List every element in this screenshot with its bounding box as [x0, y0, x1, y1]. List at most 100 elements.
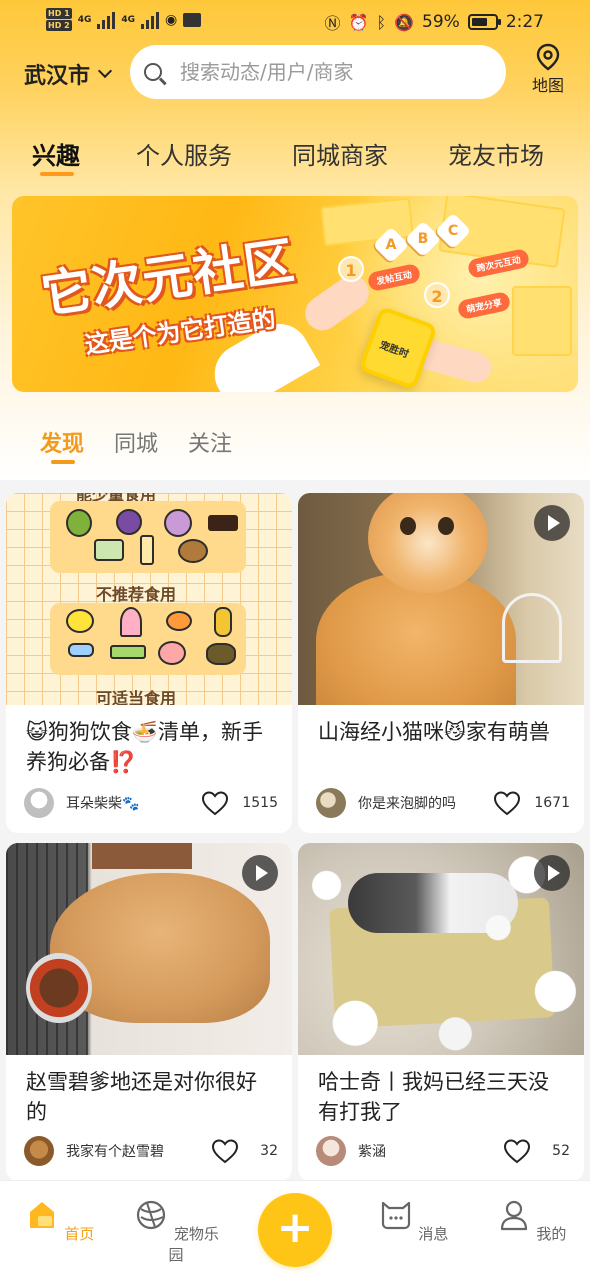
food-item-milk — [140, 535, 154, 565]
like-count: 32 — [260, 1143, 278, 1159]
hex-badge: C — [434, 212, 472, 250]
heart-icon[interactable] — [502, 1136, 532, 1166]
planet-icon — [136, 1200, 166, 1230]
like-count: 52 — [552, 1143, 570, 1159]
heart-icon[interactable] — [492, 788, 522, 818]
avatar[interactable] — [24, 1136, 54, 1166]
food-item-icecream — [120, 607, 142, 637]
feed-card[interactable]: 山海经小猫咪😼家有萌兽 你是来泡脚的吗 1671 — [298, 493, 584, 833]
create-post-button[interactable]: + — [258, 1193, 332, 1267]
post-video-thumbnail[interactable] — [298, 493, 584, 705]
like-count: 1671 — [534, 795, 570, 811]
feed-tab-following[interactable]: 关注 — [188, 426, 232, 458]
active-tab-indicator — [40, 172, 74, 176]
heart-icon[interactable] — [200, 788, 230, 818]
post-title[interactable]: 😺狗狗饮食🍜清单，新手养狗必备⁉️ — [6, 705, 292, 791]
username[interactable]: 我家有个赵雪碧 — [66, 1141, 210, 1161]
map-pin-icon — [536, 42, 560, 71]
status-right: Ⓝ ⏰ ᛒ 🔕 59% 2:27 — [325, 10, 544, 34]
tab-interest[interactable]: 兴趣 — [32, 136, 80, 171]
avatar[interactable] — [24, 788, 54, 818]
clock: 2:27 — [505, 12, 544, 32]
step-number: 1 — [338, 256, 364, 282]
map-label: 地图 — [531, 76, 564, 95]
hd1-badge: HD 1 — [46, 8, 72, 19]
city-label: 武汉市 — [24, 64, 91, 89]
signal-icon — [97, 11, 116, 29]
status-bar: HD 1 HD 2 4G 4G ◉ Ⓝ ⏰ ᛒ 🔕 59% 2:27 — [0, 0, 590, 44]
post-meta: 紫涵 52 — [316, 1135, 570, 1167]
tab-pet-market[interactable]: 宠友市场 — [448, 136, 544, 171]
nav-pet-park[interactable]: 宠物乐园 — [126, 1197, 226, 1265]
cat-eye — [438, 517, 454, 535]
feed-tab-discover[interactable]: 发现 — [40, 426, 84, 458]
dog-bowl — [26, 953, 92, 1023]
status-network: HD 1 HD 2 4G 4G ◉ — [46, 8, 202, 31]
username[interactable]: 你是来泡脚的吗 — [358, 793, 492, 813]
hex-badge: A — [372, 226, 410, 264]
search-input[interactable] — [180, 60, 480, 84]
promo-banner[interactable]: 它次元社区 这是个为它打造的 A B C 1 发帖互动 跨次元互动 2 萌宠分享… — [12, 196, 578, 392]
cat-eye — [400, 517, 416, 535]
play-icon[interactable] — [534, 505, 570, 541]
nfc-icon: Ⓝ — [324, 14, 341, 33]
chevron-down-icon — [97, 63, 113, 79]
avatar[interactable] — [316, 1136, 346, 1166]
avatar[interactable] — [316, 788, 346, 818]
food-item-lemon — [66, 609, 94, 633]
feed-tabs: 发现 同城 关注 — [40, 426, 232, 458]
search-icon — [144, 63, 162, 81]
post-video-thumbnail[interactable] — [298, 843, 584, 1055]
gift-box-decoration — [512, 286, 572, 356]
network-label-2: 4G — [121, 14, 135, 25]
mute-icon: 🔕 — [394, 12, 415, 32]
box-decoration — [92, 843, 192, 869]
city-selector[interactable]: 武汉市 — [24, 58, 113, 90]
food-item-bone — [68, 643, 94, 657]
basket-decoration — [502, 593, 562, 663]
post-meta: 我家有个赵雪碧 32 — [24, 1135, 278, 1167]
food-item-nut — [178, 539, 208, 563]
cat-head — [368, 493, 488, 593]
post-title[interactable]: 哈士奇丨我妈已经三天没有打我了 — [298, 1055, 584, 1141]
alarm-icon: ⏰ — [348, 12, 369, 32]
feed-card[interactable]: 能少量食用 不推荐食用 可适当食用 😺狗狗饮食🍜清单，新手养狗必备⁉️ 耳朵柴柴… — [6, 493, 292, 833]
play-icon[interactable] — [242, 855, 278, 891]
post-title[interactable]: 赵雪碧爹地还是对你很好的 — [6, 1055, 292, 1141]
feed-card[interactable]: 哈士奇丨我妈已经三天没有打我了 紫涵 52 — [298, 843, 584, 1181]
nav-messages[interactable]: 消息 — [363, 1197, 463, 1244]
hd2-badge: HD 2 — [46, 20, 72, 31]
food-item-grapes — [116, 509, 142, 535]
post-meta: 你是来泡脚的吗 1671 — [316, 787, 570, 819]
heart-icon[interactable] — [210, 1136, 240, 1166]
nav-profile[interactable]: 我的 — [481, 1197, 581, 1244]
nav-home-label: 首页 — [64, 1225, 95, 1243]
bottom-navigation: 首页 宠物乐园 + 消息 我的 — [0, 1180, 590, 1278]
nav-home[interactable]: 首页 — [9, 1197, 109, 1244]
post-meta: 耳朵柴柴🐾 1515 — [24, 787, 278, 819]
username[interactable]: 耳朵柴柴🐾 — [66, 793, 200, 813]
post-video-thumbnail[interactable] — [6, 843, 292, 1055]
feed-card[interactable]: 赵雪碧爹地还是对你很好的 我家有个赵雪碧 32 — [6, 843, 292, 1181]
cat-body — [316, 573, 516, 705]
food-item-peach — [158, 641, 186, 665]
battery-percent: 59% — [422, 12, 460, 32]
signal-icon-2 — [141, 11, 159, 29]
home-icon — [29, 1202, 54, 1228]
main-tabs: 兴趣 个人服务 同城商家 宠友市场 — [0, 136, 590, 186]
nav-pet-park-label: 宠物乐园 — [168, 1225, 219, 1264]
post-title[interactable]: 山海经小猫咪😼家有萌兽 — [298, 705, 584, 791]
search-bar[interactable] — [130, 45, 506, 99]
tab-local-merchants[interactable]: 同城商家 — [292, 136, 388, 171]
tab-personal-service[interactable]: 个人服务 — [136, 136, 232, 171]
username[interactable]: 紫涵 — [358, 1141, 502, 1161]
feed-tab-local[interactable]: 同城 — [114, 426, 158, 458]
food-item-leaves — [206, 643, 236, 665]
message-icon — [381, 1201, 410, 1230]
play-icon[interactable] — [534, 855, 570, 891]
hex-badge: B — [404, 220, 442, 258]
plus-icon: + — [276, 1202, 314, 1253]
app-notification-icon — [183, 12, 202, 27]
post-image[interactable]: 能少量食用 不推荐食用 可适当食用 — [6, 493, 292, 705]
map-button[interactable]: 地图 — [524, 42, 572, 96]
